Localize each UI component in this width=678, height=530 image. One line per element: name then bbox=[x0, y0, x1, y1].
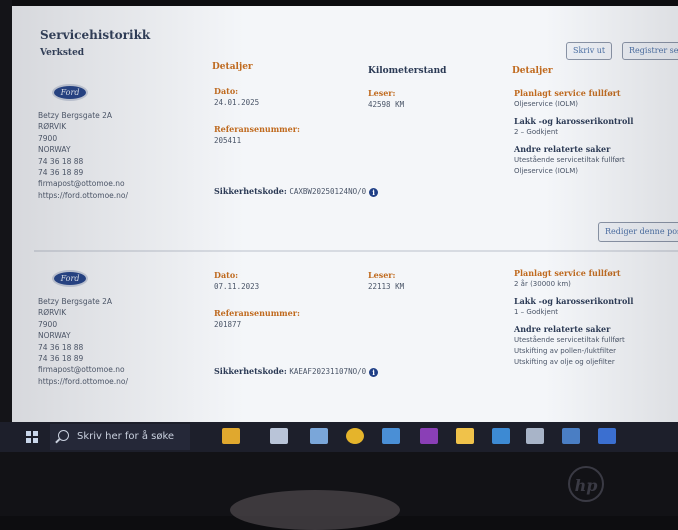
print-button[interactable]: Skriv ut bbox=[566, 42, 613, 60]
paint-icon[interactable] bbox=[310, 428, 328, 444]
reader-label: Leser: bbox=[368, 88, 396, 98]
taskbar-search-box[interactable]: Skriv her for å søke bbox=[50, 424, 190, 450]
planned-service-value: Oljeservice (IOLM) bbox=[514, 100, 578, 108]
chrome-icon[interactable] bbox=[346, 428, 364, 444]
security-code: Sikkerhetskode: CAXBW20250124NO/0 i bbox=[214, 186, 379, 197]
screen: Servicehistorikk Skriv ut Registrer se V… bbox=[12, 6, 678, 422]
onenote-icon[interactable] bbox=[420, 428, 438, 444]
related-item: Utskifting av olje og oljefilter bbox=[514, 358, 615, 366]
network-icon[interactable] bbox=[526, 428, 544, 444]
ref-value: 201877 bbox=[214, 320, 242, 329]
date-label: Dato: bbox=[214, 86, 239, 96]
store-icon[interactable] bbox=[598, 428, 616, 444]
hp-logo: hp bbox=[568, 466, 604, 502]
taskbar: Skriv her for å søke bbox=[0, 422, 678, 452]
related-item: Utskifting av pollen-/luktfilter bbox=[514, 347, 617, 355]
search-icon bbox=[58, 430, 69, 441]
search-placeholder: Skriv her for å søke bbox=[77, 431, 175, 442]
date-label: Dato: bbox=[214, 270, 239, 280]
edit-entry-button[interactable]: Rediger denne pos bbox=[598, 222, 678, 242]
reader-value: 42598 KM bbox=[368, 100, 405, 109]
task-view-icon[interactable] bbox=[270, 428, 288, 444]
related-title: Andre relaterte saker bbox=[514, 324, 611, 334]
ref-label: Referansenummer: bbox=[214, 308, 300, 318]
col-details: Detaljer bbox=[212, 62, 253, 72]
info-icon[interactable]: i bbox=[369, 367, 379, 377]
related-item: Utestående servicetiltak fullført bbox=[514, 336, 625, 344]
windows-start-icon[interactable] bbox=[26, 431, 38, 443]
remote-icon[interactable] bbox=[562, 428, 580, 444]
paint-check-title: Lakk -og karosserikontroll bbox=[514, 296, 634, 306]
ref-value: 205411 bbox=[214, 136, 242, 145]
paint-check-value: 1 – Godkjent bbox=[514, 308, 559, 316]
briefcase-icon[interactable] bbox=[222, 428, 240, 444]
page-title: Servicehistorikk bbox=[40, 28, 151, 42]
planned-service-title: Planlagt service fullført bbox=[514, 268, 621, 278]
related-item: Oljeservice (IOLM) bbox=[514, 167, 578, 175]
foreground-blur bbox=[230, 490, 400, 530]
related-item: Utestående servicetiltak fullført bbox=[514, 156, 625, 164]
reader-label: Leser: bbox=[368, 270, 396, 280]
date-value: 07.11.2023 bbox=[214, 282, 260, 291]
col-workshop: Verksted bbox=[40, 48, 85, 58]
col-details-2: Detaljer bbox=[512, 66, 553, 76]
workshop-address: Betzy Bergsgate 2A RØRVIK 7900 NORWAY 74… bbox=[38, 297, 129, 386]
paint-check-value: 2 – Godkjent bbox=[514, 128, 559, 136]
paint-check-title: Lakk -og karosserikontroll bbox=[514, 116, 634, 126]
ford-logo: Ford bbox=[52, 270, 88, 287]
related-title: Andre relaterte saker bbox=[514, 144, 611, 154]
files-icon[interactable] bbox=[382, 428, 400, 444]
col-mileage: Kilometerstand bbox=[368, 66, 447, 76]
date-value: 24.01.2025 bbox=[214, 98, 260, 107]
reader-value: 22113 KM bbox=[368, 282, 405, 291]
ref-label: Referansenummer: bbox=[214, 124, 300, 134]
info-icon[interactable]: i bbox=[369, 187, 379, 197]
ford-logo: Ford bbox=[52, 84, 88, 101]
register-button[interactable]: Registrer se bbox=[622, 42, 678, 60]
record-divider bbox=[34, 250, 678, 252]
explorer-icon[interactable] bbox=[456, 428, 474, 444]
planned-service-title: Planlagt service fullført bbox=[514, 88, 621, 98]
mail-icon[interactable] bbox=[492, 428, 510, 444]
planned-service-value: 2 år (30000 km) bbox=[514, 280, 571, 288]
security-code: Sikkerhetskode: KAEAF20231107NO/0 i bbox=[214, 366, 379, 377]
workshop-address: Betzy Bergsgate 2A RØRVIK 7900 NORWAY 74… bbox=[38, 111, 129, 200]
